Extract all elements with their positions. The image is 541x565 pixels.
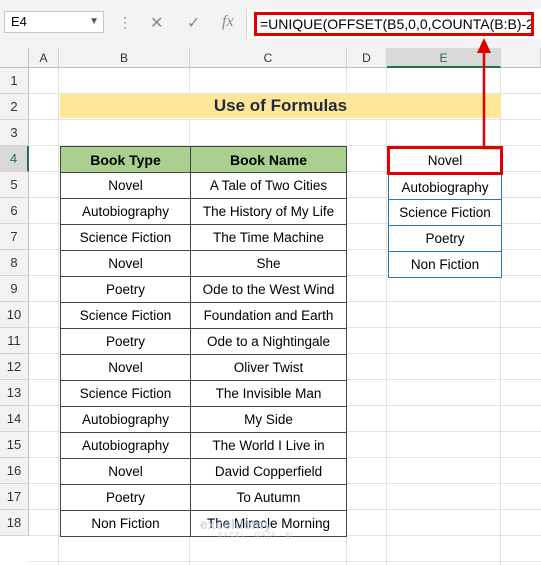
book-type-cell[interactable]: Non Fiction (60, 510, 191, 537)
row-header-17[interactable]: 17 (0, 484, 29, 510)
formula-text[interactable]: =UNIQUE(OFFSET(B5,0,0,COUNTA(B:B)-2,1)) (254, 12, 534, 36)
row-header-12[interactable]: 12 (0, 354, 29, 380)
book-type-cell[interactable]: Novel (60, 458, 191, 485)
book-name-cell[interactable]: To Autumn (190, 484, 347, 511)
result-row: Science Fiction (388, 199, 502, 226)
row-header-4[interactable]: 4 (0, 146, 29, 172)
name-box-value: E4 (11, 14, 27, 29)
result-row: Non Fiction (388, 251, 502, 278)
row-header-13[interactable]: 13 (0, 380, 29, 406)
cancel-icon[interactable]: ✕ (150, 13, 163, 33)
book-name-cell[interactable]: Oliver Twist (190, 354, 347, 381)
unique-result-cell[interactable]: Poetry (388, 225, 502, 252)
table-row: Novel David Copperfield (60, 458, 347, 485)
book-name-cell[interactable]: Ode to the West Wind (190, 276, 347, 303)
title-cell[interactable]: Use of Formulas (60, 94, 501, 118)
table-row: Autobiography The History of My Life (60, 198, 347, 225)
unique-result-cell[interactable]: Science Fiction (388, 199, 502, 226)
result-row: Autobiography (388, 173, 502, 200)
more-dots-icon: ⋮ (118, 14, 132, 30)
table-row: Poetry Ode to the West Wind (60, 276, 347, 303)
unique-result-cell[interactable]: Non Fiction (388, 251, 502, 278)
book-name-cell[interactable]: A Tale of Two Cities (190, 172, 347, 199)
row-header-15[interactable]: 15 (0, 432, 29, 458)
book-table: Book Type Book Name Novel A Tale of Two C… (60, 146, 347, 537)
row-header-6[interactable]: 6 (0, 198, 29, 224)
book-type-cell[interactable]: Science Fiction (60, 302, 191, 329)
column-header-b[interactable]: B (59, 48, 190, 68)
watermark-logo: exceldemy EXCEL · DATA · BI (200, 516, 294, 539)
row-header-7[interactable]: 7 (0, 224, 29, 250)
header-book-name[interactable]: Book Name (190, 146, 347, 173)
book-type-cell[interactable]: Novel (60, 250, 191, 277)
row-header-10[interactable]: 10 (0, 302, 29, 328)
book-type-cell[interactable]: Poetry (60, 484, 191, 511)
table-row: Science Fiction Foundation and Earth (60, 302, 347, 329)
watermark-tagline: EXCEL · DATA · BI (218, 532, 294, 539)
table-row: Novel A Tale of Two Cities (60, 172, 347, 199)
book-name-cell[interactable]: David Copperfield (190, 458, 347, 485)
book-name-cell[interactable]: The Time Machine (190, 224, 347, 251)
column-header-f[interactable] (501, 48, 541, 68)
book-type-cell[interactable]: Novel (60, 354, 191, 381)
row-header-1[interactable]: 1 (0, 68, 29, 94)
book-name-cell[interactable]: She (190, 250, 347, 277)
book-type-cell[interactable]: Science Fiction (60, 380, 191, 407)
gridline-row (29, 119, 541, 120)
table-row: Autobiography My Side (60, 406, 347, 433)
book-name-cell[interactable]: The World I Live in (190, 432, 347, 459)
book-name-cell[interactable]: Foundation and Earth (190, 302, 347, 329)
gridline-col (500, 68, 501, 565)
select-all-corner[interactable] (0, 48, 29, 68)
unique-results-table: Novel Autobiography Science Fiction Poetry N… (387, 146, 503, 278)
column-header-e[interactable]: E (387, 48, 501, 68)
row-header-9[interactable]: 9 (0, 276, 29, 302)
book-name-cell[interactable]: Ode to a Nightingale (190, 328, 347, 355)
book-type-cell[interactable]: Autobiography (60, 198, 191, 225)
table-row: Science Fiction The Invisible Man (60, 380, 347, 407)
table-row: Science Fiction The Time Machine (60, 224, 347, 251)
gridline-col (386, 68, 387, 565)
row-header-11[interactable]: 11 (0, 328, 29, 354)
unique-result-cell[interactable]: Novel (387, 146, 503, 175)
table-row: Poetry Ode to a Nightingale (60, 328, 347, 355)
book-name-cell[interactable]: The History of My Life (190, 198, 347, 225)
chevron-down-icon[interactable]: ▼ (89, 12, 99, 32)
gridline-col (58, 68, 59, 565)
watermark-brand: exceldemy (200, 516, 272, 532)
book-type-cell[interactable]: Autobiography (60, 432, 191, 459)
row-header-2[interactable]: 2 (0, 94, 29, 120)
row-header-8[interactable]: 8 (0, 250, 29, 276)
gridline-row (29, 561, 541, 562)
row-header-18[interactable]: 18 (0, 510, 29, 536)
table-row: Novel She (60, 250, 347, 277)
result-row: Novel (387, 146, 503, 175)
book-type-cell[interactable]: Autobiography (60, 406, 191, 433)
book-type-cell[interactable]: Novel (60, 172, 191, 199)
column-header-d[interactable]: D (347, 48, 387, 68)
table-row: Autobiography The World I Live in (60, 432, 347, 459)
table-row: Poetry To Autumn (60, 484, 347, 511)
formula-bar: E4 ▼ ⋮ ✕ ✓ fx =UNIQUE(OFFSET(B5,0,0,COUN… (0, 0, 541, 49)
book-name-cell[interactable]: The Invisible Man (190, 380, 347, 407)
table-row: Novel Oliver Twist (60, 354, 347, 381)
column-header-a[interactable]: A (29, 48, 59, 68)
name-box[interactable]: E4 ▼ (4, 11, 104, 33)
header-book-type[interactable]: Book Type (60, 146, 191, 173)
unique-result-cell[interactable]: Autobiography (388, 173, 502, 200)
row-header-16[interactable]: 16 (0, 458, 29, 484)
result-row: Poetry (388, 225, 502, 252)
book-type-cell[interactable]: Science Fiction (60, 224, 191, 251)
column-header-c[interactable]: C (190, 48, 347, 68)
row-header-5[interactable]: 5 (0, 172, 29, 198)
row-header-14[interactable]: 14 (0, 406, 29, 432)
book-type-cell[interactable]: Poetry (60, 276, 191, 303)
book-name-cell[interactable]: My Side (190, 406, 347, 433)
insert-function-icon[interactable]: fx (222, 13, 234, 31)
enter-icon[interactable]: ✓ (187, 13, 200, 33)
row-header-3[interactable]: 3 (0, 120, 29, 146)
book-type-cell[interactable]: Poetry (60, 328, 191, 355)
